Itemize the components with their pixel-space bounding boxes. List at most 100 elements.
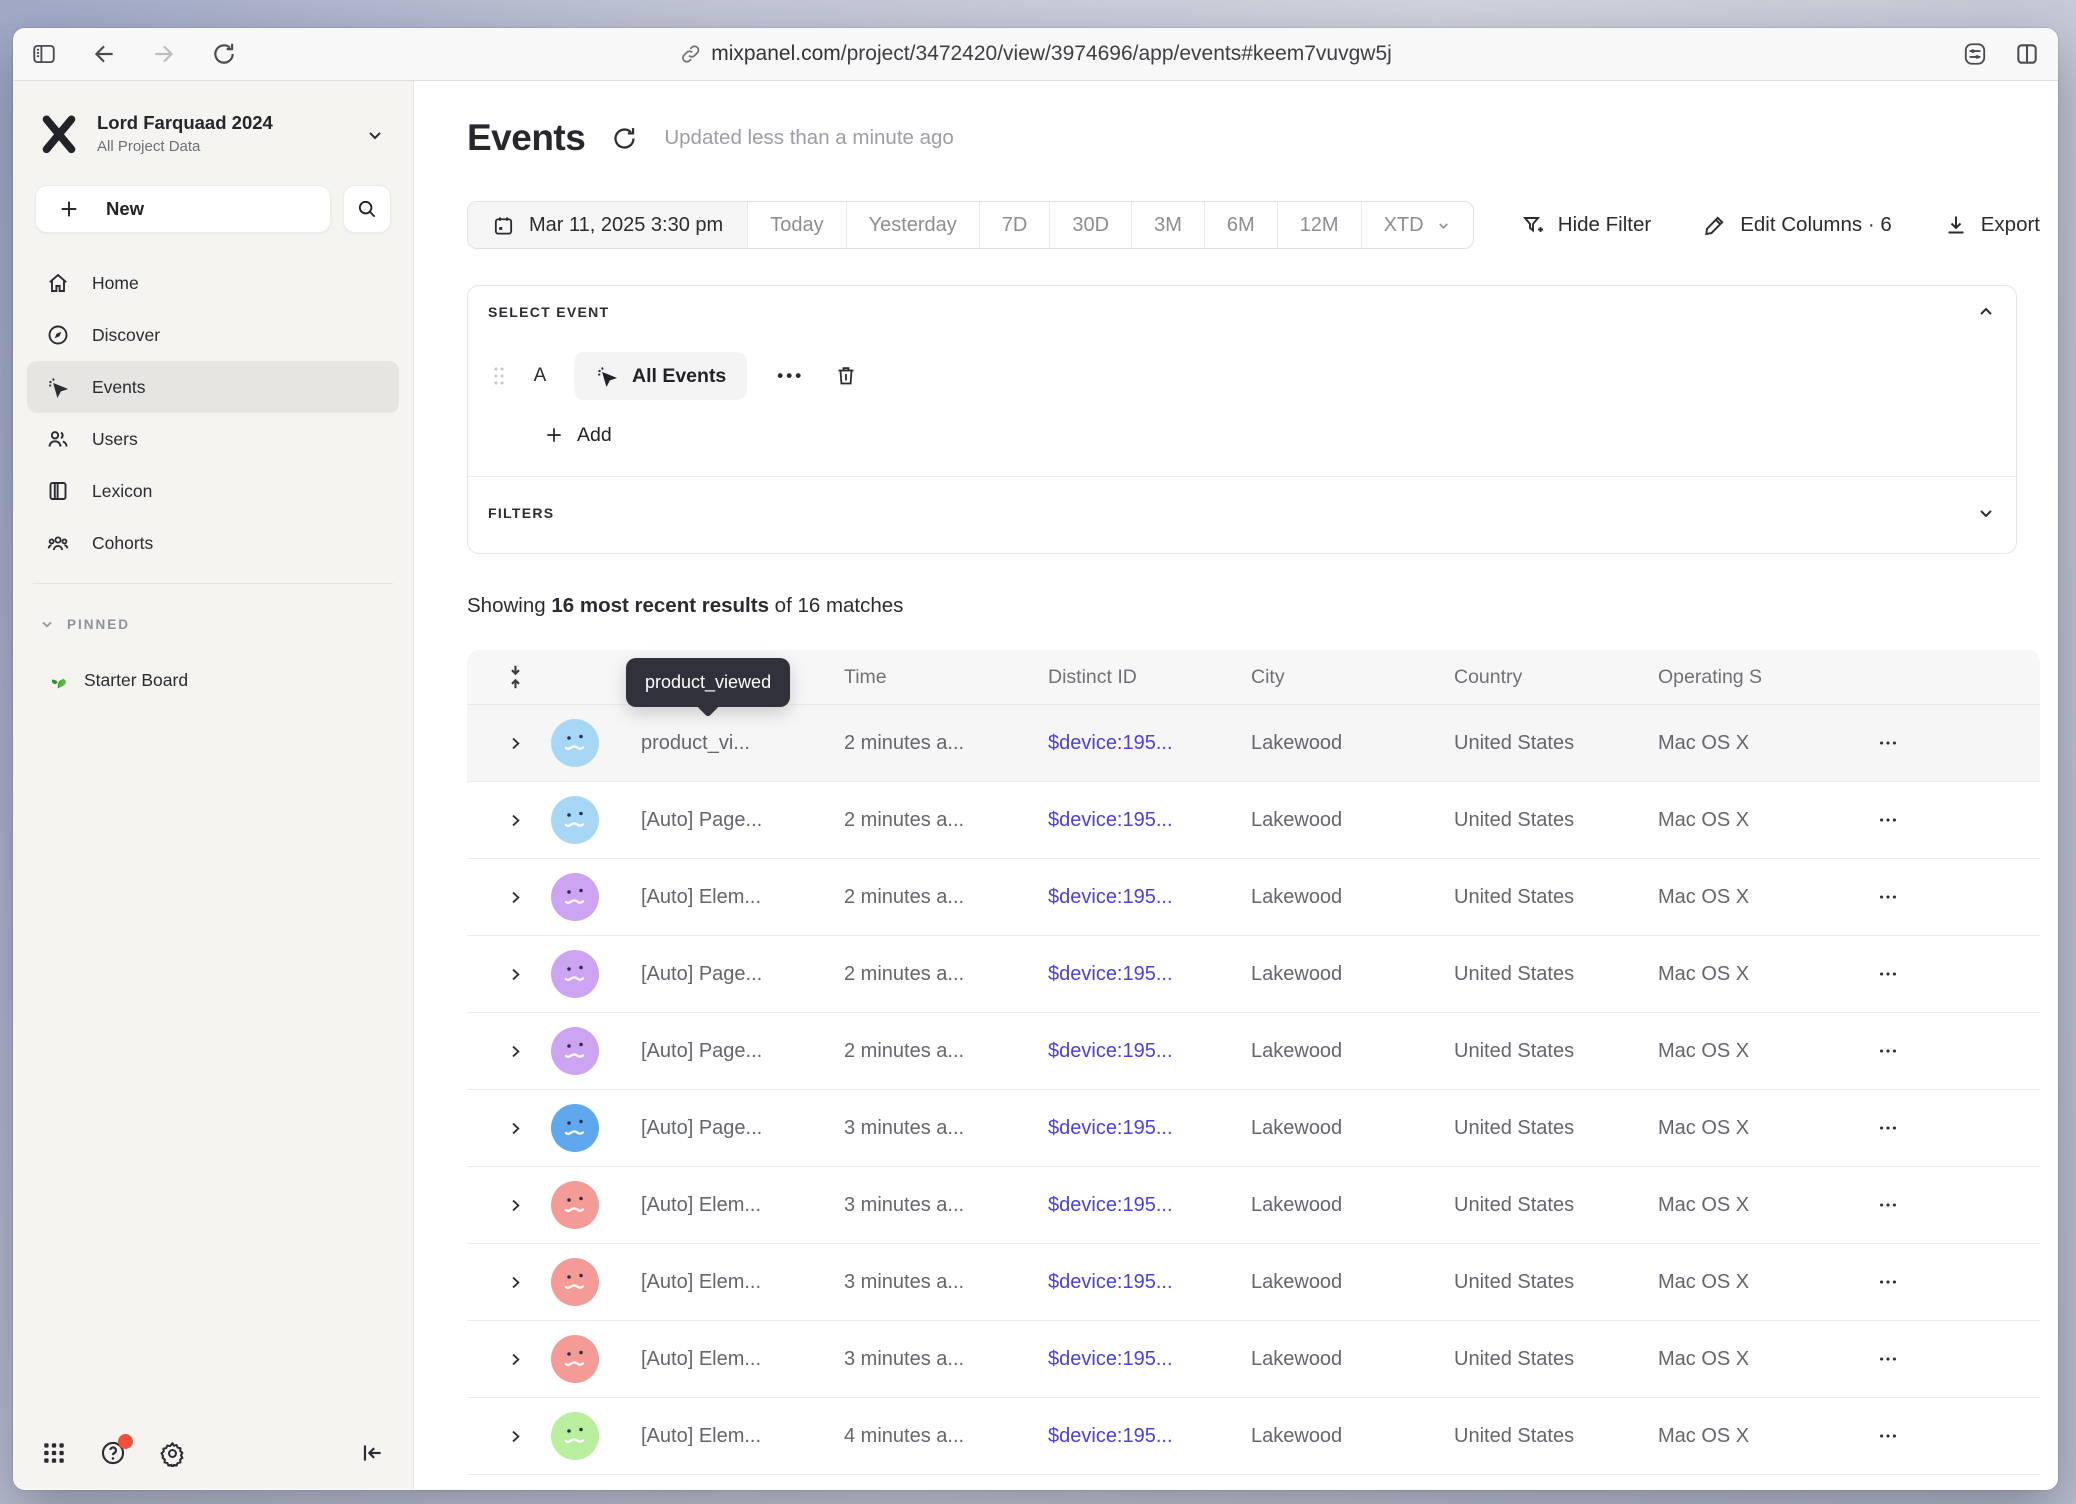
distinct-id-link[interactable]: $device:195... [1048,1040,1251,1063]
range-today[interactable]: Today [748,202,846,248]
row-actions-button[interactable] [1877,963,1899,985]
sidebar-item-lexicon[interactable]: Lexicon [27,465,399,517]
table-row[interactable]: [Auto] Page... 2 minutes a... $device:19… [467,936,2040,1013]
distinct-id-link[interactable]: $device:195... [1048,886,1251,909]
sidebar-item-home[interactable]: Home [27,257,399,309]
event-name: [Auto] Page... [641,1040,844,1063]
range-3m[interactable]: 3M [1132,202,1205,248]
row-actions-button[interactable] [1877,732,1899,754]
range-yesterday[interactable]: Yesterday [847,202,980,248]
drag-handle-icon[interactable] [492,365,506,387]
col-header-os[interactable]: Operating S [1658,666,1838,689]
help-button[interactable] [99,1439,127,1467]
row-actions-button[interactable] [1877,1271,1899,1293]
distinct-id-link[interactable]: $device:195... [1048,1117,1251,1140]
expand-row-icon[interactable] [507,1197,524,1214]
event-city: Lakewood [1251,1117,1454,1140]
expand-row-icon[interactable] [507,1428,524,1445]
split-view-icon[interactable] [2014,41,2040,67]
distinct-id-link[interactable]: $device:195... [1048,732,1251,755]
table-row[interactable]: [Auto] Elem... 4 minutes a... $device:19… [467,1398,2040,1475]
col-header-distinct-id[interactable]: Distinct ID [1048,666,1251,689]
collapse-all-icon[interactable] [506,664,525,690]
search-button[interactable] [343,185,391,233]
event-time: 3 minutes a... [844,1117,1048,1140]
export-button[interactable]: Export [1944,213,2040,237]
sidebar-item-users[interactable]: Users [27,413,399,465]
range-7d[interactable]: 7D [980,202,1051,248]
event-name: [Auto] Elem... [641,1271,844,1294]
home-icon [46,271,70,295]
row-actions-button[interactable] [1877,1040,1899,1062]
event-os: Mac OS X [1658,809,1838,832]
table-row[interactable]: [Auto] Page... 2 minutes a... $device:19… [467,1013,2040,1090]
new-button[interactable]: New [35,185,331,233]
hide-filter-button[interactable]: Hide Filter [1521,213,1651,237]
distinct-id-link[interactable]: $device:195... [1048,809,1251,832]
trash-icon[interactable] [834,364,858,388]
table-row[interactable]: [Auto] Page... 2 minutes a... $device:19… [467,782,2040,859]
event-country: United States [1454,809,1658,832]
distinct-id-link[interactable]: $device:195... [1048,1194,1251,1217]
expand-row-icon[interactable] [507,735,524,752]
table-row[interactable]: [Auto] Elem... 3 minutes a... $device:19… [467,1321,2040,1398]
expand-row-icon[interactable] [507,1274,524,1291]
sidebar-toggle-icon[interactable] [31,41,57,67]
col-header-time[interactable]: Time [844,666,1048,689]
event-options-button[interactable]: ••• [771,366,810,386]
sidebar-item-discover[interactable]: Discover [27,309,399,361]
reload-icon[interactable] [211,41,237,67]
expand-row-icon[interactable] [507,1120,524,1137]
edit-columns-button[interactable]: Edit Columns · 6 [1703,213,1892,237]
event-selector-pill[interactable]: All Events [574,352,747,400]
distinct-id-link[interactable]: $device:195... [1048,1271,1251,1294]
range-30d[interactable]: 30D [1050,202,1132,248]
forward-icon[interactable] [151,41,177,67]
date-picker-button[interactable]: Mar 11, 2025 3:30 pm [468,202,748,248]
expand-row-icon[interactable] [507,1043,524,1060]
add-event-button[interactable]: Add [544,416,1996,462]
sidebar-item-starter-board[interactable]: Starter Board [27,668,399,692]
expand-row-icon[interactable] [507,812,524,829]
expand-row-icon[interactable] [507,966,524,983]
expand-row-icon[interactable] [507,1351,524,1368]
distinct-id-link[interactable]: $device:195... [1048,963,1251,986]
row-actions-button[interactable] [1877,1348,1899,1370]
table-row[interactable]: product_vi... 2 minutes a... $device:195… [467,705,2040,782]
refresh-icon[interactable] [611,125,638,152]
range-xtd[interactable]: XTD [1362,202,1473,248]
table-row[interactable]: [Auto] Elem... 3 minutes a... $device:19… [467,1167,2040,1244]
expand-row-icon[interactable] [507,889,524,906]
row-actions-button[interactable] [1877,1425,1899,1447]
table-row[interactable] [467,1475,2040,1489]
project-switcher[interactable]: Lord Farquaad 2024 All Project Data [27,111,399,157]
sidebar-item-events[interactable]: Events [27,361,399,413]
pinned-section-header[interactable]: PINNED [27,616,399,632]
event-country: United States [1454,1117,1658,1140]
collapse-sidebar-icon[interactable] [359,1440,385,1466]
distinct-id-link[interactable]: $device:195... [1048,1425,1251,1448]
back-icon[interactable] [91,41,117,67]
table-row[interactable]: [Auto] Elem... 2 minutes a... $device:19… [467,859,2040,936]
col-header-country[interactable]: Country [1454,666,1658,689]
range-12m[interactable]: 12M [1278,202,1362,248]
table-row[interactable]: [Auto] Elem... 3 minutes a... $device:19… [467,1244,2040,1321]
address-bar[interactable]: mixpanel.com/project/3472420/view/397469… [679,42,1392,66]
range-6m[interactable]: 6M [1205,202,1278,248]
sidebar-item-label: Cohorts [92,533,153,554]
row-actions-button[interactable] [1877,1117,1899,1139]
chevron-down-icon[interactable] [1976,503,1996,523]
reader-options-icon[interactable] [1962,41,1988,67]
chevron-up-icon[interactable] [1976,302,1996,322]
event-time: 4 minutes a... [844,1425,1048,1448]
apps-grid-icon[interactable] [41,1440,67,1466]
distinct-id-link[interactable]: $device:195... [1048,1348,1251,1371]
row-actions-button[interactable] [1877,1194,1899,1216]
table-row[interactable]: [Auto] Page... 3 minutes a... $device:19… [467,1090,2040,1167]
row-actions-button[interactable] [1877,809,1899,831]
sidebar-item-cohorts[interactable]: Cohorts [27,517,399,569]
gear-icon[interactable] [159,1440,186,1467]
event-city: Lakewood [1251,963,1454,986]
col-header-city[interactable]: City [1251,666,1454,689]
row-actions-button[interactable] [1877,886,1899,908]
